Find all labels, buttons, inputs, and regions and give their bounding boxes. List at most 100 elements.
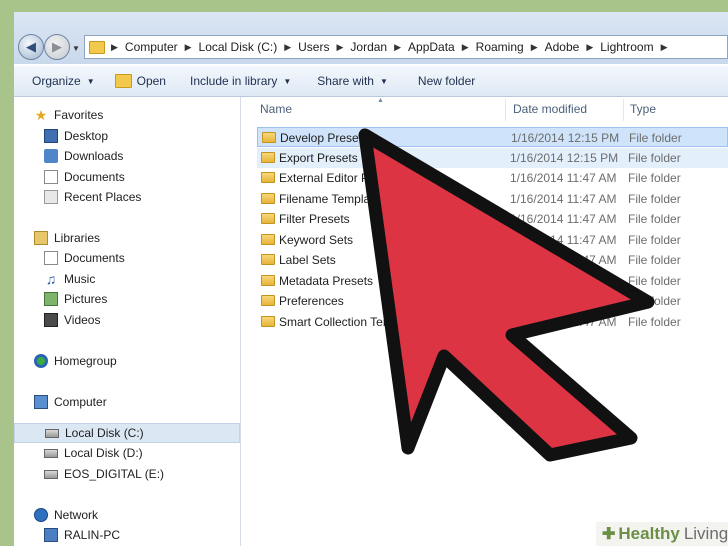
sidebar-item-music[interactable]: ♫ Music	[44, 269, 96, 289]
breadcrumb-computer[interactable]: Computer ▶	[125, 40, 199, 54]
sort-ascending-icon: ▲	[377, 97, 384, 104]
table-row[interactable]: External Editor Presets 1/16/2014 11:47 A…	[257, 168, 728, 188]
chevron-right-icon: ▶	[586, 41, 594, 52]
chevron-right-icon: ▶	[660, 41, 668, 52]
new-folder-button[interactable]: New folder	[402, 66, 489, 96]
column-header-date-modified[interactable]: Date modified	[513, 97, 587, 121]
sidebar-item-favorites[interactable]: ★ Favorites	[34, 105, 104, 125]
file-date: 1/16/2014 11:47 AM	[510, 171, 617, 185]
address-bar[interactable]: ▶ Computer ▶ Local Disk (C:) ▶ Users ▶ Jord…	[84, 35, 728, 59]
sidebar-item-downloads[interactable]: Downloads	[44, 146, 123, 166]
brand-suffix: Living	[683, 524, 728, 543]
sidebar-item-network[interactable]: Network	[34, 505, 98, 525]
breadcrumb-root-chevron[interactable]: ▶	[111, 42, 125, 53]
sidebar-item-documents[interactable]: Documents	[44, 167, 125, 187]
sidebar-item-label: Music	[64, 272, 96, 286]
table-row[interactable]: Filename Template Presets 1/16/2014 11:47…	[257, 189, 728, 209]
folder-icon	[261, 172, 275, 183]
hard-disk-icon	[45, 428, 59, 438]
breadcrumb-label: AppData	[408, 40, 455, 54]
sidebar-item-homegroup[interactable]: Homegroup	[34, 351, 117, 371]
column-header-name[interactable]: Name	[260, 97, 292, 121]
breadcrumb-users[interactable]: Users ▶	[298, 40, 350, 54]
file-date: 1/16/2014 11:47 AM	[510, 192, 617, 206]
sidebar-item-label: Videos	[64, 313, 101, 327]
sidebar-item-eos-digital[interactable]: EOS_DIGITAL (E:)	[44, 464, 164, 484]
breadcrumb-adobe[interactable]: Adobe ▶	[545, 40, 601, 54]
recent-pages-dropdown-icon[interactable]: ▼	[72, 44, 80, 53]
sidebar-item-ralin-pc[interactable]: RALIN-PC	[44, 525, 120, 545]
removable-drive-icon	[44, 469, 58, 479]
brand-name: Healthy	[618, 524, 680, 543]
file-type: File folder	[628, 294, 681, 308]
organize-button[interactable]: Organize ▼	[14, 66, 109, 96]
leaf-icon: ✚	[602, 526, 616, 543]
table-row[interactable]: Develop Presets 1/16/2014 12:15 PM File fo…	[257, 127, 728, 147]
hard-disk-icon	[44, 448, 58, 458]
folder-icon	[261, 193, 275, 204]
breadcrumb-label: Users	[298, 40, 330, 54]
sidebar-item-label: Network	[54, 508, 99, 522]
sidebar-item-pictures[interactable]: Pictures	[44, 289, 107, 309]
file-name: Metadata Presets	[279, 274, 374, 288]
sidebar-item-desktop[interactable]: Desktop	[44, 126, 108, 146]
sidebar-item-local-disk-c[interactable]: Local Disk (C:)	[14, 423, 240, 443]
folder-icon	[261, 234, 275, 245]
sidebar-item-recent-places[interactable]: Recent Places	[44, 187, 141, 207]
file-type: File folder	[628, 233, 681, 247]
address-area: ◀ ▶ ▼ ▶ Computer ▶ Local Disk (C:) ▶ Users…	[14, 12, 728, 64]
column-divider[interactable]	[505, 99, 506, 121]
organize-label: Organize	[32, 74, 81, 88]
sidebar-item-library-documents[interactable]: Documents	[44, 248, 125, 268]
share-with-button[interactable]: Share with ▼	[305, 66, 402, 96]
forward-button[interactable]: ▶	[44, 34, 70, 60]
folder-icon	[261, 275, 275, 286]
table-row[interactable]: Preferences 1/16/2014 12:15 PM File folder	[257, 291, 728, 311]
sidebar-item-local-disk-d[interactable]: Local Disk (D:)	[44, 443, 143, 463]
pictures-icon	[44, 292, 58, 306]
sidebar-item-label: Desktop	[64, 129, 109, 143]
sidebar-item-label: Libraries	[54, 231, 101, 245]
downloads-icon	[44, 149, 58, 163]
folder-icon	[261, 295, 275, 306]
column-header-type[interactable]: Type	[630, 97, 656, 121]
file-name: Preferences	[279, 294, 344, 308]
include-in-library-button[interactable]: Include in library ▼	[180, 66, 305, 96]
table-row[interactable]: Export Presets 1/16/2014 12:15 PM File fol…	[257, 148, 728, 168]
breadcrumb-label: Lightroom	[600, 40, 654, 54]
sidebar-item-computer[interactable]: Computer	[34, 392, 107, 412]
breadcrumb-roaming[interactable]: Roaming ▶	[476, 40, 545, 54]
file-type: File folder	[629, 131, 682, 145]
file-date: 1/16/2014 11:47 AM	[510, 253, 617, 267]
chevron-right-icon: ▶	[394, 41, 402, 52]
watermark-logo: ✚ Healthy Living	[596, 522, 728, 546]
computer-icon	[34, 395, 48, 409]
back-button[interactable]: ◀	[18, 34, 44, 60]
file-name: Keyword Sets	[279, 233, 354, 247]
folder-icon	[261, 213, 275, 224]
table-row[interactable]: Metadata Presets 1/16/2014 11:47 AM File f…	[257, 271, 728, 291]
network-icon	[34, 508, 48, 522]
file-type: File folder	[628, 151, 681, 165]
sidebar-item-libraries[interactable]: Libraries	[34, 228, 100, 248]
breadcrumb-jordan[interactable]: Jordan ▶	[350, 40, 408, 54]
breadcrumb-local-disk[interactable]: Local Disk (C:) ▶	[199, 40, 299, 54]
share-label: Share with	[317, 74, 374, 88]
sidebar-item-label: Documents	[64, 251, 125, 265]
open-button[interactable]: Open	[109, 66, 180, 96]
table-row[interactable]: Smart Collection Templates 1/16/2014 11:4…	[257, 312, 728, 332]
command-bar: Organize ▼ Open Include in library ▼ Share…	[14, 66, 728, 97]
homegroup-icon	[34, 354, 48, 368]
file-date: 1/16/2014 11:47 AM	[510, 233, 617, 247]
table-row[interactable]: Filter Presets 1/16/2014 11:47 AM File fol…	[257, 209, 728, 229]
table-row[interactable]: Keyword Sets 1/16/2014 11:47 AM File folde…	[257, 230, 728, 250]
table-row[interactable]: Label Sets 1/16/2014 11:47 AM File folder	[257, 250, 728, 270]
breadcrumb-lightroom[interactable]: Lightroom ▶	[600, 40, 674, 54]
file-name: Filter Presets	[279, 212, 350, 226]
sidebar-item-label: Recent Places	[64, 190, 142, 204]
sidebar-item-videos[interactable]: Videos	[44, 310, 100, 330]
column-divider[interactable]	[623, 99, 624, 121]
breadcrumb-appdata[interactable]: AppData ▶	[408, 40, 476, 54]
file-name: External Editor Presets	[279, 171, 402, 185]
folder-open-icon	[114, 74, 132, 88]
